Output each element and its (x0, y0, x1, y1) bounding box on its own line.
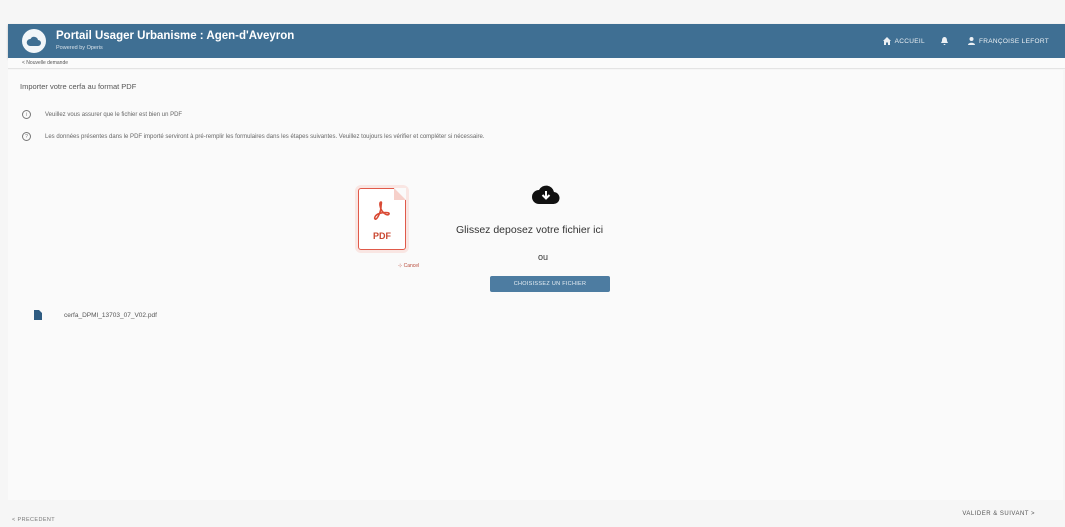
back-bar: < Nouvelle demande (8, 58, 1065, 69)
uploaded-file-row[interactable]: cerfa_DPMI_13703_07_V02.pdf (34, 310, 157, 320)
footer-nav: < PRECEDENT VALIDER & SUIVANT > (0, 500, 1065, 527)
page-title: Importer votre cerfa au format PDF (20, 82, 137, 91)
app-header: Portail Usager Urbanisme : Agen-d'Aveyro… (8, 24, 1065, 58)
info-pdf-check: i Veuillez vous assurer que le fichier e… (22, 110, 182, 119)
bell-icon (940, 37, 948, 45)
info-text: Veuillez vous assurer que le fichier est… (45, 111, 183, 118)
pdf-label: PDF (373, 231, 391, 241)
app-subtitle: Powered by Operis (56, 44, 103, 51)
page-fold (394, 188, 406, 200)
question-icon: ? (22, 132, 31, 141)
app-title: Portail Usager Urbanisme : Agen-d'Aveyro… (56, 30, 295, 42)
previous-button[interactable]: < PRECEDENT (12, 517, 55, 523)
home-icon (882, 37, 891, 45)
file-name: cerfa_DPMI_13703_07_V02.pdf (64, 311, 157, 319)
nav-home-label: ACCUEIL (894, 37, 925, 45)
drop-zone-text[interactable]: Glissez deposez votre fichier ici (456, 224, 603, 236)
or-text: ou (538, 252, 549, 262)
nav-home[interactable]: ACCUEIL (882, 37, 925, 45)
nav-user[interactable]: FRANÇOISE LEFORT (967, 37, 1049, 45)
choose-file-button[interactable]: CHOISISSEZ UN FICHIER (490, 276, 610, 292)
user-icon (967, 37, 975, 45)
cancel-label: Cancel (403, 263, 420, 269)
acrobat-icon (373, 201, 390, 220)
new-request-link[interactable]: < Nouvelle demande (22, 60, 68, 66)
validate-next-button[interactable]: VALIDER & SUIVANT > (962, 511, 1035, 517)
nav-user-label: FRANÇOISE LEFORT (978, 37, 1049, 45)
nav-notifications[interactable] (940, 37, 952, 45)
info-prefill: ? Les données présentes dans le PDF impo… (22, 132, 485, 141)
cloud-download-icon (532, 185, 560, 205)
pdf-preview-card: PDF (358, 188, 406, 250)
file-icon (34, 310, 42, 320)
info-text: Les données présentes dans le PDF import… (45, 133, 485, 140)
cancel-link[interactable]: ⊹ Cancel (398, 263, 419, 269)
cloud-logo-icon[interactable] (22, 29, 46, 53)
info-icon: i (22, 110, 31, 119)
import-panel: Importer votre cerfa au format PDF i Veu… (8, 70, 1063, 500)
